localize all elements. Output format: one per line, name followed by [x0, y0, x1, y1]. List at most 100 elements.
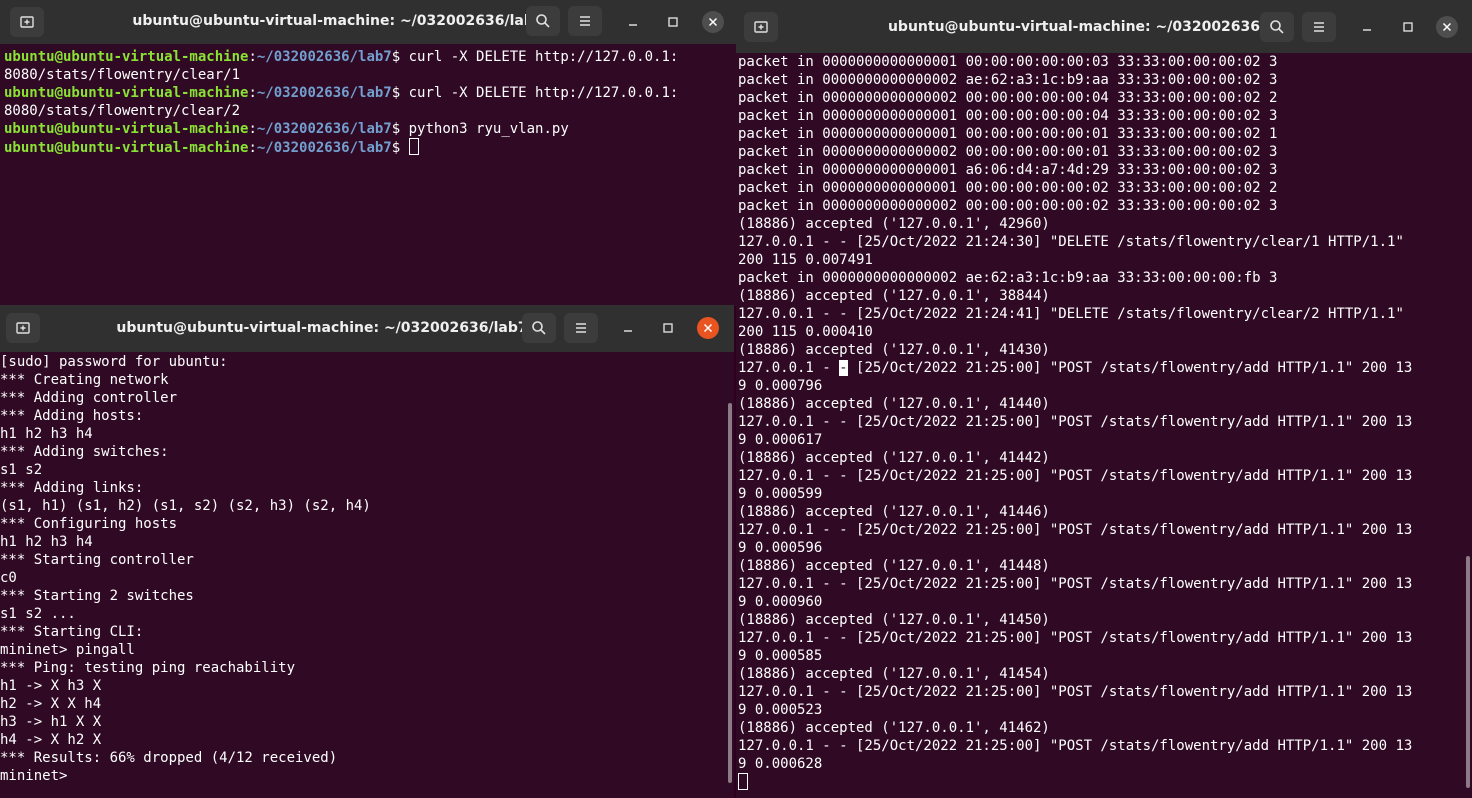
titlebar[interactable]: ubuntu@ubuntu-virtual-machine: ~/0320026… — [0, 305, 734, 352]
terminal-line: 9 0.000617 — [738, 432, 823, 448]
terminal-line: h1 h2 h3 h4 — [0, 534, 93, 550]
terminal-line: 127.0.0.1 - - [25/Oct/2022 21:25:00] "PO… — [738, 684, 1413, 700]
scrollbar[interactable] — [728, 403, 732, 783]
terminal-output[interactable]: [sudo] password for ubuntu: *** Creating … — [0, 353, 734, 798]
terminal-line: h1 h2 h3 h4 — [0, 426, 93, 442]
terminal-line: (18886) accepted ('127.0.0.1', 41462) — [738, 720, 1050, 736]
terminal-line: s1 s2 — [0, 462, 43, 478]
terminal-line: 127.0.0.1 - - [25/Oct/2022 21:24:41] "DE… — [738, 306, 1404, 322]
terminal-line: h4 -> X h2 X — [0, 732, 102, 748]
search-icon — [532, 321, 546, 335]
terminal-line: 8080/stats/flowentry/clear/1 — [4, 67, 241, 83]
terminal-line: (18886) accepted ('127.0.0.1', 41442) — [738, 450, 1050, 466]
terminal-output[interactable]: packet in 0000000000000001 00:00:00:00:0… — [738, 53, 1472, 798]
search-button[interactable] — [526, 6, 560, 36]
maximize-button[interactable] — [662, 11, 684, 33]
terminal-line: 9 0.000585 — [738, 648, 823, 664]
terminal-line: *** Creating network — [0, 372, 169, 388]
command-text — [400, 140, 408, 156]
terminal-line: packet in 0000000000000002 00:00:00:00:0… — [738, 90, 1278, 106]
terminal-line: 9 0.000960 — [738, 594, 823, 610]
terminal-line: s1 s2 ... — [0, 606, 76, 622]
terminal-line: [sudo] password for ubuntu: — [0, 354, 228, 370]
terminal-line: packet in 0000000000000002 00:00:00:00:0… — [738, 144, 1278, 160]
terminal-line: (18886) accepted ('127.0.0.1', 41448) — [738, 558, 1050, 574]
terminal-line: packet in 0000000000000001 00:00:00:00:0… — [738, 126, 1278, 142]
terminal-line: *** Starting 2 switches — [0, 588, 194, 604]
terminal-line: (18886) accepted ('127.0.0.1', 41440) — [738, 396, 1050, 412]
search-button[interactable] — [1260, 12, 1294, 42]
terminal-line: 127.0.0.1 - - [25/Oct/2022 21:25:00] "PO… — [738, 576, 1413, 592]
terminal-line: h1 -> X h3 X — [0, 678, 102, 694]
terminal-window-bottom-left[interactable]: ubuntu@ubuntu-virtual-machine: ~/0320026… — [0, 305, 734, 798]
maximize-icon — [1403, 22, 1413, 32]
prompt-path: ~/032002636/lab7 — [256, 121, 392, 137]
titlebar[interactable]: ubuntu@ubuntu-virtual-machine: ~/0320026… — [736, 0, 1472, 53]
terminal-line: c0 — [0, 570, 17, 586]
close-button[interactable] — [702, 11, 724, 33]
terminal-line: *** Starting CLI: — [0, 624, 144, 640]
terminal-line: ubuntu@ubuntu-virtual-machine:~/03200263… — [4, 138, 736, 156]
terminal-line: *** Configuring hosts — [0, 516, 178, 532]
prompt-user: ubuntu@ubuntu-virtual-machine — [4, 140, 249, 156]
hamburger-menu-icon — [576, 323, 586, 333]
close-icon — [1442, 22, 1452, 32]
terminal-line: 127.0.0.1 - - [25/Oct/2022 21:25:00] "PO… — [738, 738, 1413, 754]
terminal-window-right[interactable]: ubuntu@ubuntu-virtual-machine: ~/0320026… — [736, 0, 1472, 798]
hamburger-menu-icon — [1314, 22, 1324, 32]
terminal-line: (18886) accepted ('127.0.0.1', 41446) — [738, 504, 1050, 520]
terminal-line: packet in 0000000000000001 00:00:00:00:0… — [738, 108, 1278, 124]
terminal-line: *** Adding links: — [0, 480, 144, 496]
terminal-line: 200 115 0.000410 — [738, 324, 873, 340]
terminal-line: *** Adding hosts: — [0, 408, 144, 424]
terminal-output[interactable]: ubuntu@ubuntu-virtual-machine:~/03200263… — [4, 48, 736, 306]
terminal-line: packet in 0000000000000002 ae:62:a3:1c:b… — [738, 270, 1278, 286]
search-icon — [1270, 20, 1284, 34]
minimize-button[interactable] — [1356, 16, 1378, 38]
prompt-path: ~/032002636/lab7 — [256, 140, 392, 156]
terminal-line: (18886) accepted ('127.0.0.1', 38844) — [738, 288, 1050, 304]
terminal-line: 127.0.0.1 - - [25/Oct/2022 21:25:00] "PO… — [738, 522, 1413, 538]
terminal-window-top-left[interactable]: ubuntu@ubuntu-virtual-machine: ~/0320026… — [0, 0, 736, 306]
command-text: python3 ryu_vlan.py — [400, 121, 569, 137]
minimize-icon — [629, 24, 637, 26]
prompt-path: ~/032002636/lab7 — [256, 85, 392, 101]
terminal-line: packet in 0000000000000002 ae:62:a3:1c:b… — [738, 72, 1278, 88]
menu-button[interactable] — [1302, 12, 1336, 42]
close-button[interactable] — [697, 317, 719, 339]
terminal-line: (s1, h1) (s1, h2) (s1, s2) (s2, h3) (s2,… — [0, 498, 371, 514]
terminal-line: ubuntu@ubuntu-virtual-machine:~/03200263… — [4, 121, 569, 137]
terminal-line: 9 0.000523 — [738, 702, 823, 718]
titlebar[interactable]: ubuntu@ubuntu-virtual-machine: ~/0320026… — [0, 0, 736, 44]
terminal-line: 9 0.000628 — [738, 756, 823, 772]
maximize-icon — [663, 323, 673, 333]
maximize-button[interactable] — [1397, 16, 1419, 38]
scrollbar[interactable] — [1466, 556, 1470, 788]
minimize-button[interactable] — [617, 317, 639, 339]
terminal-line: 127.0.0.1 - - [25/Oct/2022 21:25:00] "PO… — [738, 414, 1413, 430]
terminal-line: packet in 0000000000000001 00:00:00:00:0… — [738, 180, 1278, 196]
terminal-line: 9 0.000796 — [738, 378, 823, 394]
terminal-line: 9 0.000599 — [738, 486, 823, 502]
terminal-line: *** Ping: testing ping reachability — [0, 660, 296, 676]
terminal-line: *** Starting controller — [0, 552, 194, 568]
minimize-button[interactable] — [622, 11, 644, 33]
terminal-line: (18886) accepted ('127.0.0.1', 42960) — [738, 216, 1050, 232]
terminal-line: 8080/stats/flowentry/clear/2 — [4, 103, 241, 119]
menu-button[interactable] — [568, 6, 602, 36]
terminal-line: 9 0.000596 — [738, 540, 823, 556]
terminal-line: 127.0.0.1 - - [25/Oct/2022 21:25:00] "PO… — [738, 360, 1413, 376]
search-button[interactable] — [522, 313, 556, 343]
maximize-icon — [668, 17, 678, 27]
terminal-line: packet in 0000000000000002 00:00:00:00:0… — [738, 198, 1278, 214]
terminal-line: *** Adding switches: — [0, 444, 169, 460]
close-button[interactable] — [1436, 16, 1458, 38]
terminal-line — [738, 773, 1472, 791]
terminal-line: 127.0.0.1 - - [25/Oct/2022 21:25:00] "PO… — [738, 468, 1413, 484]
close-icon — [703, 323, 713, 333]
menu-button[interactable] — [564, 313, 598, 343]
maximize-button[interactable] — [657, 317, 679, 339]
terminal-line: h2 -> X X h4 — [0, 696, 102, 712]
text-selection: - — [839, 360, 848, 376]
terminal-line: (18886) accepted ('127.0.0.1', 41430) — [738, 342, 1050, 358]
